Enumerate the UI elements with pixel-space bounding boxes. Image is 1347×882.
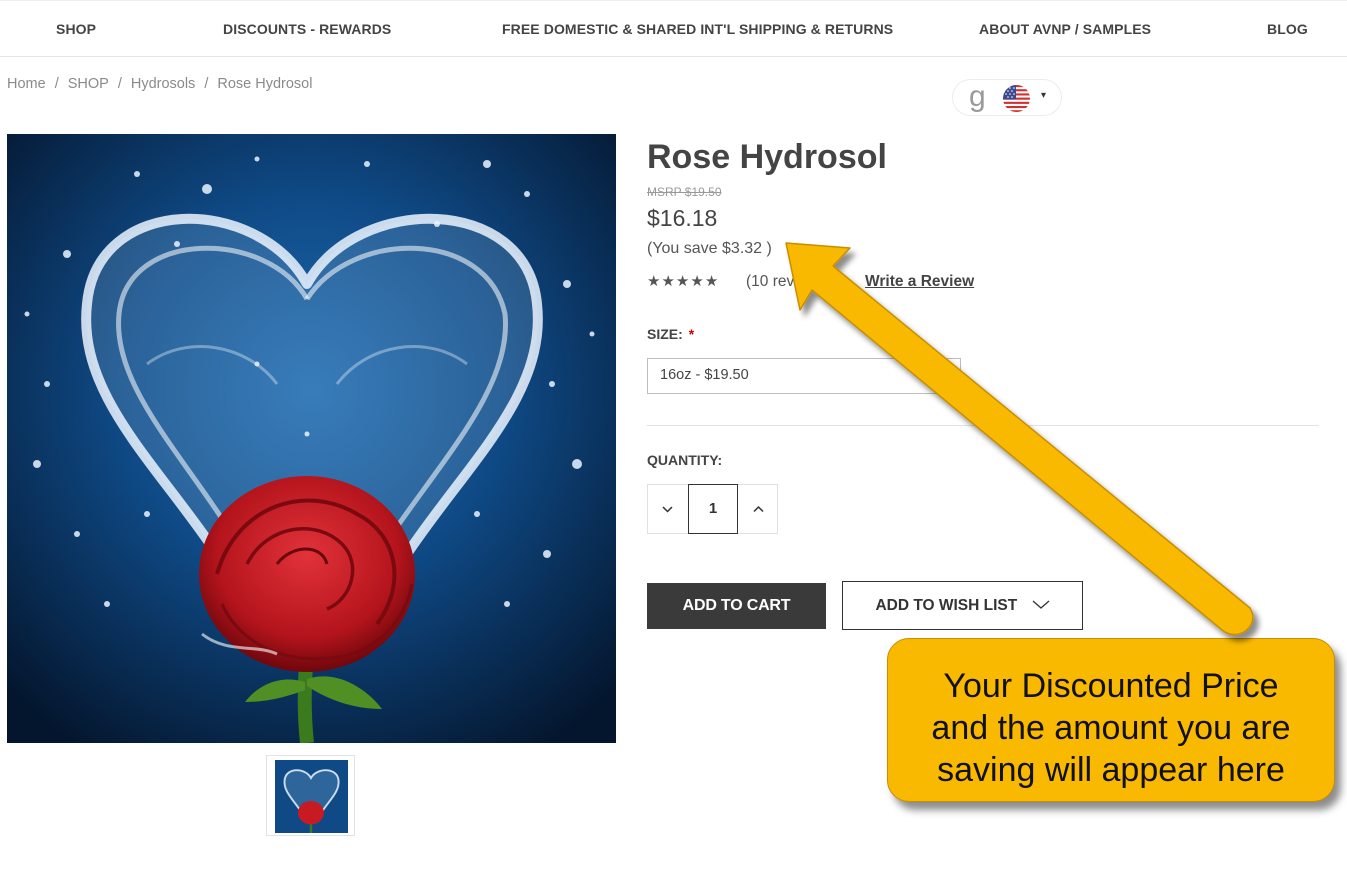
thumbnail-image xyxy=(275,760,348,833)
product-thumbnail[interactable] xyxy=(266,755,355,836)
size-label: SIZE: * xyxy=(647,326,694,342)
breadcrumb-home[interactable]: Home xyxy=(7,76,46,92)
write-review-link[interactable]: Write a Review xyxy=(865,273,974,291)
rating-stars: ★★★★★ xyxy=(647,272,719,290)
current-price: $16.18 xyxy=(647,205,718,231)
nav-discounts-rewards[interactable]: DISCOUNTS - REWARDS xyxy=(223,21,391,37)
star-icon: ★ xyxy=(647,273,662,290)
breadcrumb-current: Rose Hydrosol xyxy=(217,76,313,92)
star-icon: ★ xyxy=(690,273,705,290)
quantity-increase-button[interactable] xyxy=(738,485,778,533)
size-label-text: SIZE: xyxy=(647,326,683,342)
currency-selector[interactable]: g ▾ xyxy=(952,79,1062,116)
breadcrumb-shop[interactable]: SHOP xyxy=(68,76,109,92)
caret-down-icon: ▾ xyxy=(1041,90,1047,101)
us-flag-icon xyxy=(1003,85,1030,117)
top-navigation: SHOP DISCOUNTS - REWARDS FREE DOMESTIC &… xyxy=(0,0,1347,57)
callout-text: Your Discounted Price and the amount you… xyxy=(888,665,1334,791)
callout-box: Your Discounted Price and the amount you… xyxy=(887,638,1335,802)
callout-line-1: Your Discounted Price xyxy=(943,667,1279,705)
quantity-input[interactable]: 1 xyxy=(688,484,738,534)
product-main-image[interactable] xyxy=(7,134,616,743)
review-count[interactable]: (10 reviews) xyxy=(746,273,830,291)
chevron-down-icon xyxy=(662,506,673,513)
breadcrumb-separator: / xyxy=(54,76,59,92)
add-to-wishlist-label: ADD TO WISH LIST xyxy=(875,597,1018,614)
currency-logo: g xyxy=(969,80,986,113)
quantity-label: QUANTITY: xyxy=(647,452,723,468)
breadcrumb-hydrosols[interactable]: Hydrosols xyxy=(131,76,195,92)
chevron-down-icon xyxy=(1032,582,1050,629)
divider xyxy=(647,425,1319,426)
callout-line-2: and the amount you are xyxy=(931,709,1291,747)
required-indicator: * xyxy=(688,326,695,342)
star-icon: ★ xyxy=(675,273,691,290)
breadcrumb: Home / SHOP / Hydrosols / Rose Hydrosol xyxy=(7,76,312,92)
msrp-price: MSRP $19.50 xyxy=(647,185,722,199)
star-icon: ★ xyxy=(661,273,676,290)
chevron-up-icon xyxy=(753,505,764,513)
nav-shipping-returns[interactable]: FREE DOMESTIC & SHARED INT'L SHIPPING & … xyxy=(502,21,893,37)
size-select[interactable]: 16oz - $19.50 xyxy=(647,358,961,394)
breadcrumb-separator: / xyxy=(117,76,122,92)
star-icon: ★ xyxy=(704,273,720,290)
product-title: Rose Hydrosol xyxy=(647,138,887,176)
quantity-stepper: 1 xyxy=(647,484,778,534)
add-to-cart-button[interactable]: ADD TO CART xyxy=(647,583,826,629)
nav-blog[interactable]: BLOG xyxy=(1267,21,1308,37)
quantity-decrease-button[interactable] xyxy=(648,485,688,533)
rose-water-heart-image xyxy=(7,134,616,743)
breadcrumb-separator: / xyxy=(204,76,209,92)
you-save-amount: (You save $3.32 ) xyxy=(647,240,772,257)
nav-about-samples[interactable]: ABOUT AVNP / SAMPLES xyxy=(979,21,1151,37)
nav-shop[interactable]: SHOP xyxy=(56,21,96,37)
add-to-wishlist-button[interactable]: ADD TO WISH LIST xyxy=(842,581,1083,630)
callout-line-3: saving will appear here xyxy=(937,751,1285,789)
